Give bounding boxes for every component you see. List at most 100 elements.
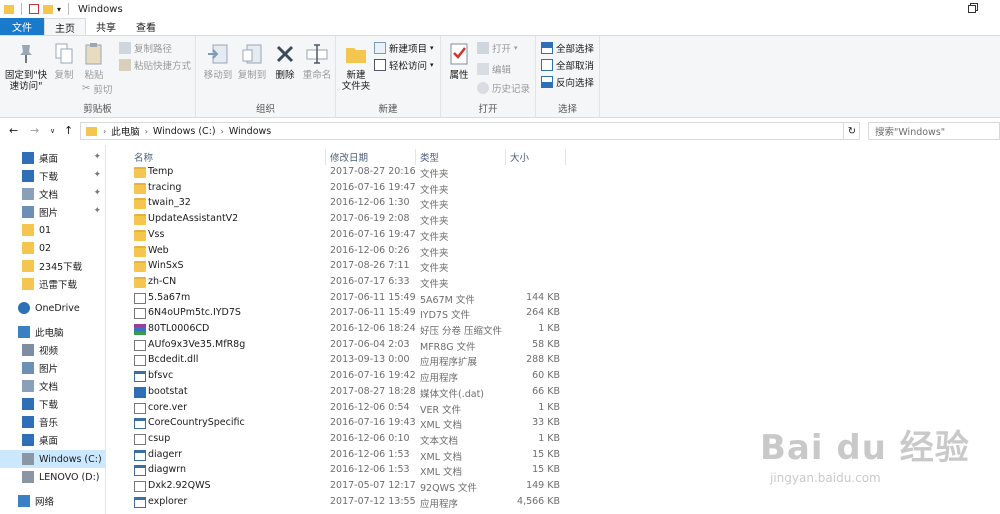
- forward-arrow-icon[interactable]: →: [30, 124, 39, 137]
- nav-item[interactable]: 01: [0, 221, 105, 239]
- customize-dropdown-icon[interactable]: ▾: [57, 5, 61, 14]
- paste-button[interactable]: 粘贴: [80, 40, 108, 81]
- file-row[interactable]: 5.5a67m 2017-06-11 15:49 5A67M 文件 144 KB: [118, 291, 568, 307]
- copy-to-button[interactable]: 复制到: [234, 40, 270, 81]
- file-row[interactable]: diagwrn 2016-12-06 1:53 XML 文档 15 KB: [118, 463, 568, 479]
- file-row[interactable]: Web 2016-12-06 0:26 文件夹: [118, 244, 568, 260]
- nav-item[interactable]: 桌面: [0, 431, 105, 449]
- nav-item[interactable]: 音乐: [0, 413, 105, 431]
- file-row[interactable]: 6N4oUPm5tc.IYD7S 2017-06-11 15:49 IYD7S 文件…: [118, 306, 568, 322]
- nav-item[interactable]: 下载 ✦: [0, 167, 105, 185]
- open-button[interactable]: 打开 ▾: [477, 40, 518, 55]
- file-row[interactable]: CoreCountrySpecific 2016-07-16 19:43 XML 文…: [118, 416, 568, 432]
- nav-item[interactable]: 迅雷下载: [0, 275, 105, 293]
- download-icon: [22, 398, 34, 410]
- breadcrumb-this-pc[interactable]: 此电脑: [106, 124, 145, 138]
- history-button[interactable]: 历史记录: [477, 80, 530, 95]
- file-row[interactable]: diagerr 2016-12-06 1:53 XML 文档 15 KB: [118, 448, 568, 464]
- invert-selection-button[interactable]: 反向选择: [541, 74, 594, 89]
- breadcrumb-windows-c[interactable]: Windows (C:): [148, 126, 221, 137]
- column-header-name[interactable]: 名称: [130, 149, 326, 165]
- organize-group: 移动到 复制到 删除 重命名 组织: [196, 36, 336, 118]
- new-folder-button[interactable]: 新建 文件夹: [339, 40, 373, 92]
- select-none-button[interactable]: 全部取消: [541, 57, 594, 72]
- nav-item[interactable]: 视频: [0, 341, 105, 359]
- file-row[interactable]: Dxk2.92QWS 2017-05-07 12:17 92QWS 文件 149 KB: [118, 479, 568, 495]
- easy-access-button[interactable]: 轻松访问 ▾: [374, 57, 434, 72]
- back-arrow-icon[interactable]: ←: [9, 124, 18, 137]
- nav-item[interactable]: LENOVO (D:): [0, 468, 105, 486]
- file-row[interactable]: zh-CN 2016-07-17 6:33 文件夹: [118, 275, 568, 291]
- tab-file[interactable]: 文件: [0, 18, 44, 35]
- pin-icon[interactable]: ✦: [93, 188, 101, 198]
- tab-share[interactable]: 共享: [86, 18, 126, 35]
- address-box[interactable]: › 此电脑 › Windows (C:) › Windows: [80, 122, 860, 140]
- copy-path-button[interactable]: 复制路径: [119, 40, 172, 55]
- delete-button[interactable]: 删除: [272, 40, 298, 81]
- file-name: Vss: [148, 228, 165, 240]
- new-item-button[interactable]: 新建项目 ▾: [374, 40, 434, 55]
- navigation-pane[interactable]: 桌面 ✦ 下载 ✦ 文档 ✦ 图片 ✦ 01 02 2345下载 迅雷下载 OneDrive 此电脑 视频图…: [0, 145, 106, 514]
- rename-label: 重命名: [302, 70, 332, 81]
- file-row[interactable]: csup 2016-12-06 0:10 文本文档 1 KB: [118, 432, 568, 448]
- properties-button[interactable]: 属性: [445, 40, 473, 81]
- select-none-label: 全部取消: [556, 60, 595, 72]
- nav-item[interactable]: 文档: [0, 377, 105, 395]
- file-row[interactable]: Bcdedit.dll 2013-09-13 0:00 应用程序扩展 288 KB: [118, 353, 568, 369]
- cut-button[interactable]: ✂ 剪切: [82, 81, 112, 96]
- file-icon: [134, 355, 146, 367]
- refresh-button[interactable]: ↻: [843, 122, 860, 140]
- nav-item[interactable]: 网络: [0, 492, 105, 510]
- nav-item[interactable]: 2345下载: [0, 257, 105, 275]
- select-all-button[interactable]: 全部选择: [541, 40, 594, 55]
- file-row[interactable]: tracing 2016-07-16 19:47 文件夹: [118, 181, 568, 197]
- recent-locations-chevron-icon[interactable]: ∨: [50, 127, 55, 135]
- column-header-type[interactable]: 类型: [416, 149, 506, 165]
- nav-item[interactable]: 图片 ✦: [0, 203, 105, 221]
- file-row[interactable]: 80TL0006CD 2016-12-06 18:24 好压 分卷 压缩文件 1 KB: [118, 322, 568, 338]
- file-row[interactable]: twain_32 2016-12-06 1:30 文件夹: [118, 196, 568, 212]
- file-row[interactable]: WinSxS 2017-08-26 7:11 文件夹: [118, 259, 568, 275]
- restore-icon[interactable]: [968, 3, 978, 13]
- nav-item[interactable]: 02: [0, 239, 105, 257]
- file-date: 2017-06-04 2:03: [330, 338, 410, 350]
- tab-view[interactable]: 查看: [126, 18, 166, 35]
- nav-item[interactable]: 文档 ✦: [0, 185, 105, 203]
- file-row[interactable]: Vss 2016-07-16 19:47 文件夹: [118, 228, 568, 244]
- new-folder-quick-icon[interactable]: [43, 4, 53, 14]
- column-header-date[interactable]: 修改日期: [326, 149, 416, 165]
- pin-icon[interactable]: ✦: [93, 170, 101, 180]
- ribbon-tabs: 文件 主页 共享 查看: [0, 18, 1000, 36]
- nav-item[interactable]: 桌面 ✦: [0, 149, 105, 167]
- column-header-size[interactable]: 大小: [506, 149, 566, 165]
- tab-home[interactable]: 主页: [44, 18, 86, 35]
- file-date: 2016-12-06 1:30: [330, 197, 410, 209]
- file-name: twain_32: [148, 197, 191, 209]
- move-to-button[interactable]: 移动到: [200, 40, 236, 81]
- up-arrow-icon[interactable]: ↑: [64, 124, 73, 137]
- file-row[interactable]: bfsvc 2016-07-16 19:42 应用程序 60 KB: [118, 369, 568, 385]
- breadcrumb-windows[interactable]: Windows: [224, 126, 276, 137]
- file-name: 80TL0006CD: [148, 323, 210, 334]
- file-row[interactable]: UpdateAssistantV2 2017-06-19 2:08 文件夹: [118, 212, 568, 228]
- rename-button[interactable]: 重命名: [300, 40, 334, 81]
- file-row[interactable]: bootstat 2017-08-27 18:28 媒体文件(.dat) 66 KB: [118, 385, 568, 401]
- open-icon: [477, 41, 489, 54]
- properties-quick-icon[interactable]: [29, 4, 39, 14]
- paste-shortcut-button[interactable]: 粘贴快捷方式: [119, 57, 191, 72]
- edit-button[interactable]: 编辑: [477, 61, 511, 76]
- pin-icon[interactable]: ✦: [93, 206, 101, 216]
- nav-item[interactable]: 下载: [0, 395, 105, 413]
- file-row[interactable]: core.ver 2016-12-06 0:54 VER 文件 1 KB: [118, 401, 568, 417]
- pin-to-quick-access-button[interactable]: 固定到"快速访问": [3, 40, 49, 92]
- file-row[interactable]: explorer 2017-07-12 13:55 应用程序 4,566 KB: [118, 495, 568, 511]
- search-input[interactable]: 搜索"Windows": [868, 122, 1000, 140]
- file-row[interactable]: AUfo9x3Ve35.MfR8g 2017-06-04 2:03 MFR8G 文件…: [118, 338, 568, 354]
- nav-item[interactable]: 图片: [0, 359, 105, 377]
- nav-item[interactable]: 此电脑: [0, 323, 105, 341]
- file-row[interactable]: Temp 2017-08-27 20:16 文件夹: [118, 165, 568, 181]
- nav-item[interactable]: Windows (C:): [0, 450, 105, 468]
- nav-item[interactable]: OneDrive: [0, 299, 105, 317]
- pin-icon[interactable]: ✦: [93, 152, 101, 162]
- copy-button[interactable]: 复制: [52, 40, 76, 81]
